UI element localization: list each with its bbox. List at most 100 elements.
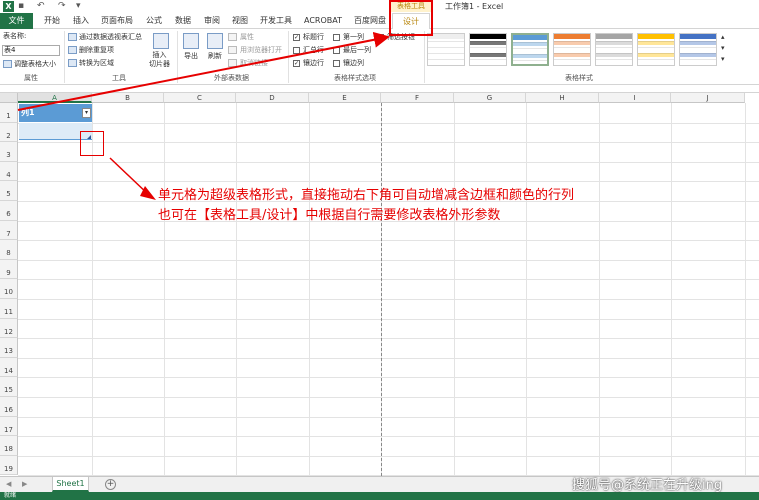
last-column-checkbox[interactable] <box>333 47 340 54</box>
row-header-4[interactable]: 4 <box>0 161 18 182</box>
gallery-scroll-down-icon[interactable]: ▾ <box>721 44 725 53</box>
undo-icon[interactable]: ↶ <box>37 1 45 12</box>
row-header-2[interactable]: 2 <box>0 122 18 143</box>
redo-icon[interactable]: ↷ <box>58 1 66 12</box>
open-browser-icon <box>228 46 237 54</box>
column-gridline <box>526 103 527 476</box>
row-gridline <box>18 142 759 144</box>
tab-home[interactable]: 开始 <box>38 13 66 29</box>
refresh-icon <box>207 33 223 49</box>
first-column-checkbox[interactable] <box>333 34 340 41</box>
group-label-table-styles: 表格样式 <box>565 74 593 82</box>
next-sheet-icon[interactable]: ▶ <box>22 480 27 488</box>
status-text: 就绪 <box>4 492 17 499</box>
row-header-12[interactable]: 12 <box>0 318 18 339</box>
gallery-scroll-up-icon[interactable]: ▴ <box>721 33 725 42</box>
formula-bar[interactable] <box>0 85 759 93</box>
tab-data[interactable]: 数据 <box>169 13 197 29</box>
row-header-9[interactable]: 9 <box>0 259 18 280</box>
column-header-g[interactable]: G <box>454 93 526 103</box>
unlink-icon <box>228 59 237 67</box>
row-header-18[interactable]: 18 <box>0 436 18 456</box>
total-row-label: 汇总行 <box>303 46 324 54</box>
row-header-13[interactable]: 13 <box>0 338 18 358</box>
remove-duplicates-button[interactable]: 删除重复项 <box>79 46 114 55</box>
insert-slicer-button[interactable]: 插入 切片器 <box>149 51 170 69</box>
total-row-checkbox[interactable] <box>293 47 300 54</box>
convert-range-icon <box>68 59 77 67</box>
annotation-text: 单元格为超级表格形式，直接拖动右下角可自动增减含边框和颜色的行列 也可在【表格工… <box>158 186 574 226</box>
column-header-d[interactable]: D <box>236 93 309 103</box>
save-icon[interactable]: ▪ <box>18 1 24 12</box>
watermark: 搜狐号@系统正在升级ing <box>572 478 723 493</box>
tab-acrobat[interactable]: ACROBAT <box>300 13 346 29</box>
column-header-a[interactable]: A <box>18 93 92 103</box>
select-all-corner[interactable] <box>0 93 18 103</box>
row-header-5[interactable]: 5 <box>0 181 18 201</box>
gallery-more-icon[interactable]: ▾ <box>721 55 725 64</box>
remove-duplicates-icon <box>68 46 77 54</box>
refresh-button[interactable]: 刷新 <box>208 52 222 61</box>
header-row-checkbox[interactable]: ✓ <box>293 34 300 41</box>
row-gridline <box>18 240 759 242</box>
row-gridline <box>18 279 759 281</box>
column-header-j[interactable]: J <box>671 93 745 103</box>
group-separator <box>288 31 289 83</box>
filter-dropdown-icon[interactable]: ▾ <box>82 108 91 118</box>
filter-button-checkbox[interactable]: ✓ <box>377 34 384 41</box>
column-header-i[interactable]: I <box>599 93 671 103</box>
tab-view[interactable]: 视图 <box>226 13 254 29</box>
row-header-3[interactable]: 3 <box>0 142 18 162</box>
tab-baidu-pan[interactable]: 百度网盘 <box>350 13 390 29</box>
sheet-tab-sheet1[interactable]: Sheet1 <box>52 477 89 492</box>
tab-insert[interactable]: 插入 <box>67 13 95 29</box>
table-name-input[interactable]: 表4 <box>2 45 60 56</box>
table-style-swatch[interactable] <box>679 33 717 66</box>
row-header-10[interactable]: 10 <box>0 279 18 299</box>
row-header-15[interactable]: 15 <box>0 377 18 397</box>
row-header-1[interactable]: 1 <box>0 103 18 123</box>
column-header-b[interactable]: B <box>92 93 164 103</box>
tab-page-layout[interactable]: 页面布局 <box>98 13 136 29</box>
row-gridline <box>18 455 759 457</box>
column-header-c[interactable]: C <box>164 93 236 103</box>
table-style-swatch[interactable] <box>637 33 675 66</box>
resize-table-button[interactable]: 调整表格大小 <box>14 60 56 69</box>
row-header-11[interactable]: 11 <box>0 299 18 319</box>
table-style-swatch[interactable] <box>427 33 465 66</box>
table-style-swatch-selected[interactable] <box>511 33 549 66</box>
tab-formulas[interactable]: 公式 <box>140 13 168 29</box>
pivot-summary-button[interactable]: 通过数据透视表汇总 <box>79 33 142 42</box>
table-style-swatch[interactable] <box>469 33 507 66</box>
column-gridline <box>92 103 93 476</box>
banded-columns-checkbox[interactable] <box>333 60 340 67</box>
tab-file[interactable]: 文件 <box>0 13 33 29</box>
row-header-16[interactable]: 16 <box>0 397 18 417</box>
row-gridline <box>18 259 759 261</box>
row-header-17[interactable]: 17 <box>0 416 18 437</box>
row-gridline <box>18 416 759 418</box>
table-style-swatch[interactable] <box>595 33 633 66</box>
worksheet-grid[interactable]: ABCDEFGHIJ 1 2 3 4 5 6 7 8 9 10 11 12 13 14 15 16 17 18 19… <box>0 93 759 476</box>
row-header-14[interactable]: 14 <box>0 357 18 378</box>
column-header-h[interactable]: H <box>526 93 599 103</box>
export-button[interactable]: 导出 <box>184 52 198 61</box>
tab-developer[interactable]: 开发工具 <box>256 13 296 29</box>
column-header-f[interactable]: F <box>381 93 454 103</box>
column-gridline <box>309 103 310 476</box>
customize-icon[interactable]: ▾ <box>76 1 81 12</box>
row-header-6[interactable]: 6 <box>0 201 18 221</box>
column-gridline <box>745 103 746 476</box>
row-header-19[interactable]: 19 <box>0 455 18 476</box>
banded-rows-checkbox[interactable]: ✓ <box>293 60 300 67</box>
prev-sheet-icon[interactable]: ◀ <box>6 480 11 488</box>
column-gridline <box>164 103 165 476</box>
row-header-7[interactable]: 7 <box>0 220 18 241</box>
convert-to-range-button[interactable]: 转换为区域 <box>79 59 114 68</box>
tab-review[interactable]: 审阅 <box>198 13 226 29</box>
row-header-8[interactable]: 8 <box>0 240 18 260</box>
add-sheet-button[interactable]: + <box>105 479 116 490</box>
column-header-e[interactable]: E <box>309 93 381 103</box>
table-style-swatch[interactable] <box>553 33 591 66</box>
unlink-button: 取消链接 <box>240 59 268 67</box>
